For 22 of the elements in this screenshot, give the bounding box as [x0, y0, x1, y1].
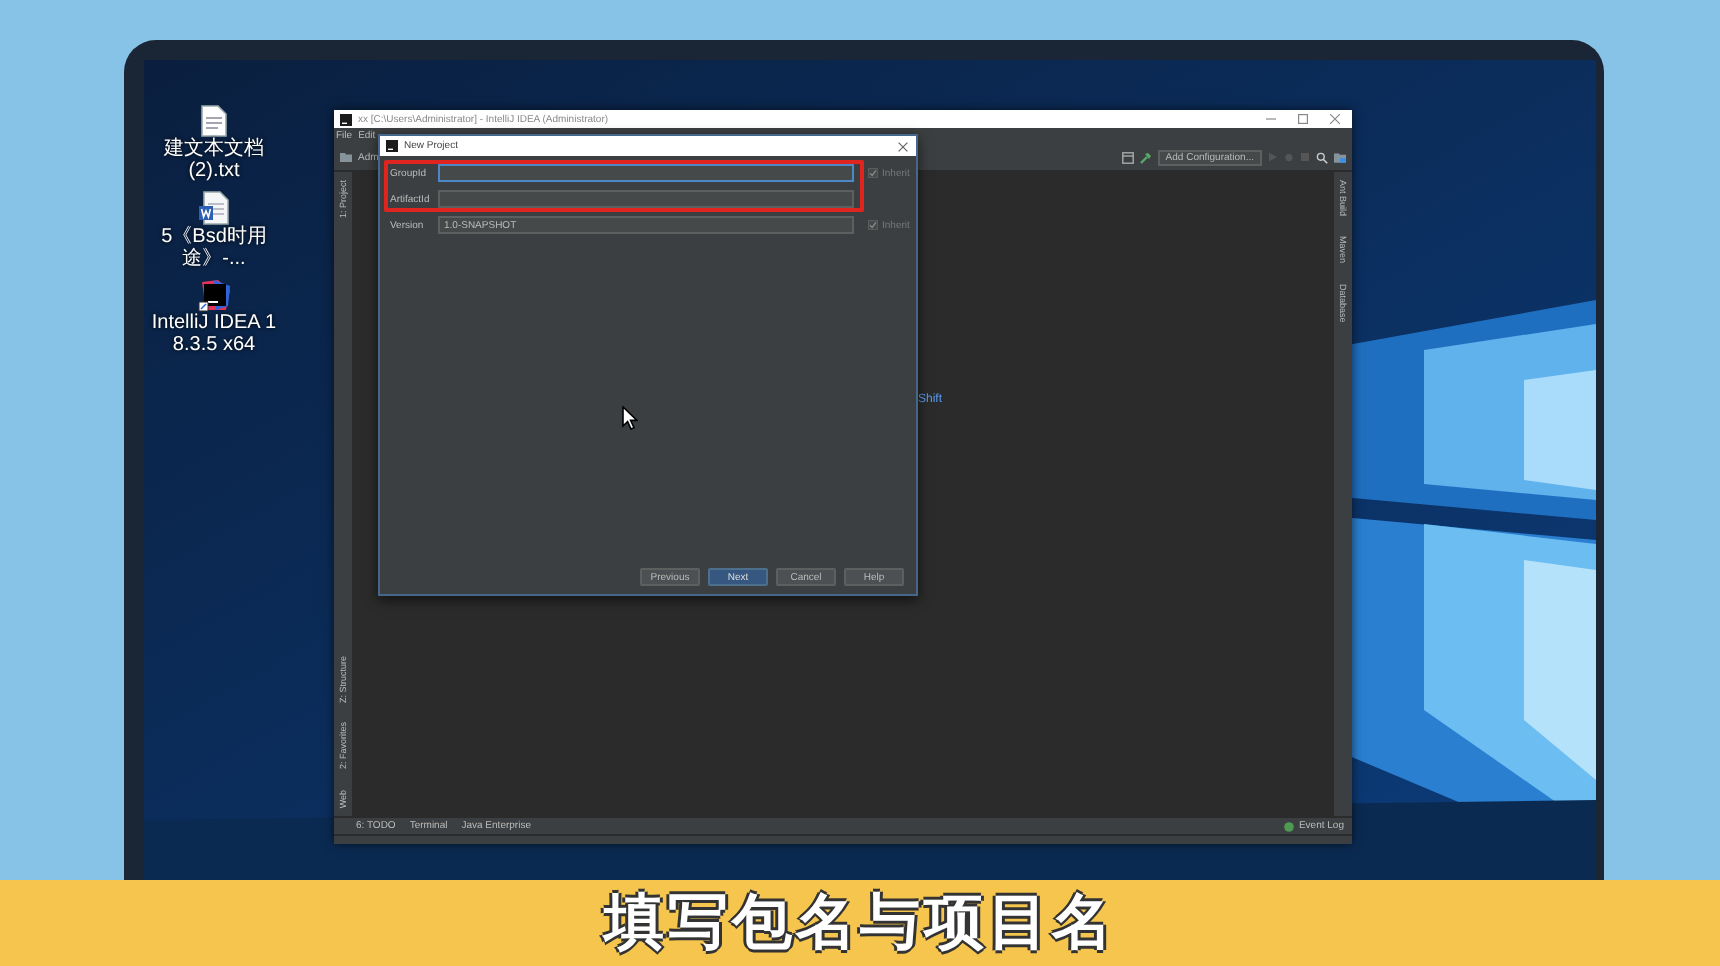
- project-structure-icon[interactable]: [1334, 151, 1346, 163]
- hammer-icon[interactable]: [1139, 151, 1152, 163]
- desktop-icon-label: 5《Bsd时用途》-...: [159, 226, 269, 270]
- close-icon[interactable]: [898, 141, 908, 151]
- search-icon[interactable]: [1316, 151, 1328, 163]
- text-field[interactable]: [438, 164, 854, 182]
- mouse-pointer-icon: [622, 406, 638, 430]
- document-icon[interactable]: [198, 190, 230, 226]
- folder-icon: [340, 152, 352, 162]
- maximize-icon[interactable]: [1298, 114, 1308, 124]
- layout-icon[interactable]: [1121, 151, 1134, 163]
- video-caption: 填写包名与项目名: [604, 888, 1116, 960]
- desktop-icon-label: IntelliJ IDEA 18.3.5 x64: [149, 312, 279, 356]
- text-field[interactable]: [438, 190, 854, 208]
- minimize-icon[interactable]: [1266, 114, 1276, 124]
- desktop-icon-label: 建文本文档 (2).txt: [162, 138, 266, 182]
- event-log-icon: [1284, 821, 1295, 831]
- app-shortcut-icon[interactable]: [197, 278, 231, 312]
- checkbox[interactable]: [868, 220, 878, 230]
- checkbox[interactable]: [868, 168, 878, 178]
- close-icon[interactable]: [1330, 114, 1340, 124]
- document-icon[interactable]: [200, 104, 228, 138]
